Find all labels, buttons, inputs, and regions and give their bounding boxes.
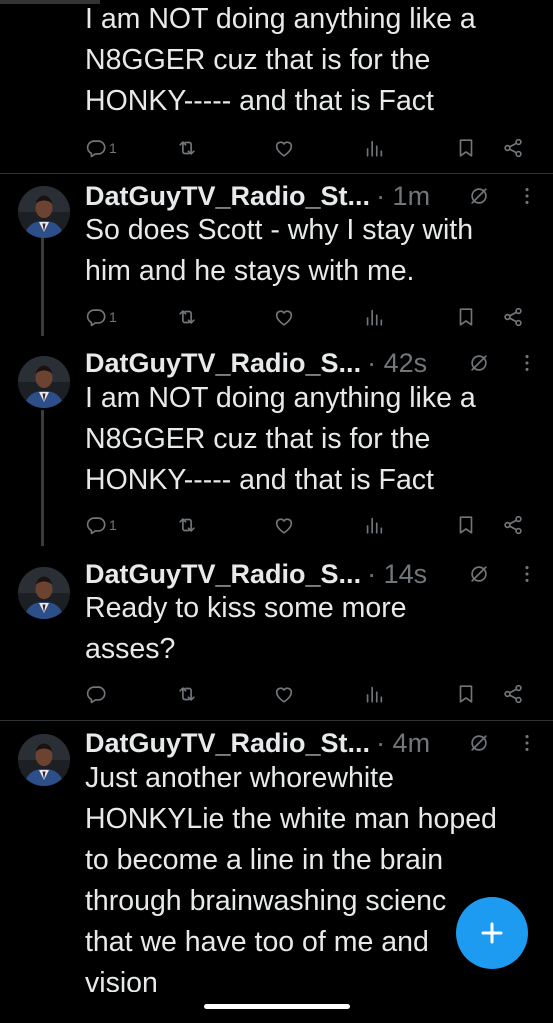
share-button[interactable]	[502, 133, 524, 163]
retweet-icon	[176, 137, 198, 159]
grok-icon	[468, 732, 490, 754]
retweet-button[interactable]	[176, 510, 198, 540]
views-button[interactable]	[363, 302, 385, 332]
reply-count: 1	[109, 309, 117, 325]
like-button[interactable]	[273, 679, 295, 709]
retweet-icon	[176, 514, 198, 536]
display-name[interactable]: DatGuyTV_Radio_St...	[85, 728, 370, 759]
timestamp[interactable]: · 42s	[367, 348, 427, 379]
grok-icon	[468, 563, 490, 585]
like-icon	[273, 137, 295, 159]
home-indicator[interactable]	[204, 1004, 350, 1009]
tweet-header: DatGuyTV_Radio_S... · 14s	[85, 557, 427, 591]
like-button[interactable]	[273, 510, 295, 540]
bookmark-button[interactable]	[455, 679, 477, 709]
more-button[interactable]	[516, 179, 538, 213]
compose-plus-icon	[481, 922, 503, 944]
share-icon	[502, 683, 524, 705]
like-button[interactable]	[273, 133, 295, 163]
tweet-header: DatGuyTV_Radio_St... · 1m	[85, 179, 430, 213]
display-name[interactable]: DatGuyTV_Radio_S...	[85, 559, 361, 590]
more-button[interactable]	[516, 557, 538, 591]
divider	[0, 720, 553, 721]
views-button[interactable]	[363, 679, 385, 709]
retweet-button[interactable]	[176, 302, 198, 332]
tweet-2-actions: 1	[0, 510, 553, 540]
views-icon	[363, 306, 385, 328]
share-button[interactable]	[502, 679, 524, 709]
views-icon	[363, 683, 385, 705]
reply-count: 1	[109, 140, 117, 156]
share-icon	[502, 137, 524, 159]
avatar-image	[18, 356, 70, 408]
avatar-image	[18, 186, 70, 238]
share-icon	[502, 306, 524, 328]
like-icon	[273, 306, 295, 328]
reply-button[interactable]: 1	[85, 133, 117, 163]
tweet-0-text: I am NOT doing anything like a N8GGER cu…	[85, 3, 476, 117]
display-name[interactable]: DatGuyTV_Radio_St...	[85, 181, 370, 212]
grok-icon	[468, 185, 490, 207]
grok-icon	[468, 352, 490, 374]
like-icon	[273, 514, 295, 536]
views-button[interactable]	[363, 510, 385, 540]
more-icon	[516, 563, 538, 585]
retweet-button[interactable]	[176, 133, 198, 163]
retweet-icon	[176, 683, 198, 705]
retweet-button[interactable]	[176, 679, 198, 709]
timestamp[interactable]: · 1m	[376, 181, 430, 212]
avatar-image	[18, 567, 70, 619]
avatar[interactable]	[18, 186, 70, 238]
bookmark-button[interactable]	[455, 133, 477, 163]
grok-button[interactable]	[468, 179, 490, 213]
bookmark-button[interactable]	[455, 302, 477, 332]
more-icon	[516, 352, 538, 374]
reply-icon	[85, 137, 107, 159]
more-icon	[516, 732, 538, 754]
more-button[interactable]	[516, 726, 538, 760]
share-button[interactable]	[502, 510, 524, 540]
reply-button[interactable]: 1	[85, 302, 117, 332]
reply-icon	[85, 514, 107, 536]
divider	[0, 173, 553, 174]
bookmark-icon	[455, 306, 477, 328]
compose-button[interactable]	[456, 897, 528, 969]
views-button[interactable]	[363, 133, 385, 163]
grok-button[interactable]	[468, 346, 490, 380]
reply-icon	[85, 683, 107, 705]
share-button[interactable]	[502, 302, 524, 332]
reply-count: 1	[109, 517, 117, 533]
bookmark-icon	[455, 137, 477, 159]
tweet-2-text: I am NOT doing anything like a N8GGER cu…	[85, 382, 476, 496]
tweet-3-text: Ready to kiss some more asses?	[85, 592, 407, 665]
display-name[interactable]: DatGuyTV_Radio_S...	[85, 348, 361, 379]
views-icon	[363, 514, 385, 536]
tweet-0-actions: 1	[0, 133, 553, 163]
bookmark-icon	[455, 683, 477, 705]
like-button[interactable]	[273, 302, 295, 332]
tweet-1-text: So does Scott - why I stay with him and …	[85, 214, 474, 287]
more-icon	[516, 185, 538, 207]
tweet-1-actions: 1	[0, 302, 553, 332]
retweet-icon	[176, 306, 198, 328]
tweet-header: DatGuyTV_Radio_St... · 4m	[85, 726, 430, 760]
timestamp[interactable]: · 4m	[376, 728, 430, 759]
more-button[interactable]	[516, 346, 538, 380]
tweet-header: DatGuyTV_Radio_S... · 42s	[85, 346, 427, 380]
like-icon	[273, 683, 295, 705]
reply-button[interactable]: 1	[85, 510, 117, 540]
tweet-3-actions	[0, 679, 553, 709]
avatar[interactable]	[18, 356, 70, 408]
grok-button[interactable]	[468, 726, 490, 760]
views-icon	[363, 137, 385, 159]
avatar[interactable]	[18, 567, 70, 619]
bookmark-button[interactable]	[455, 510, 477, 540]
reply-button[interactable]	[85, 679, 109, 709]
share-icon	[502, 514, 524, 536]
bookmark-icon	[455, 514, 477, 536]
grok-button[interactable]	[468, 557, 490, 591]
reply-icon	[85, 306, 107, 328]
timestamp[interactable]: · 14s	[367, 559, 427, 590]
